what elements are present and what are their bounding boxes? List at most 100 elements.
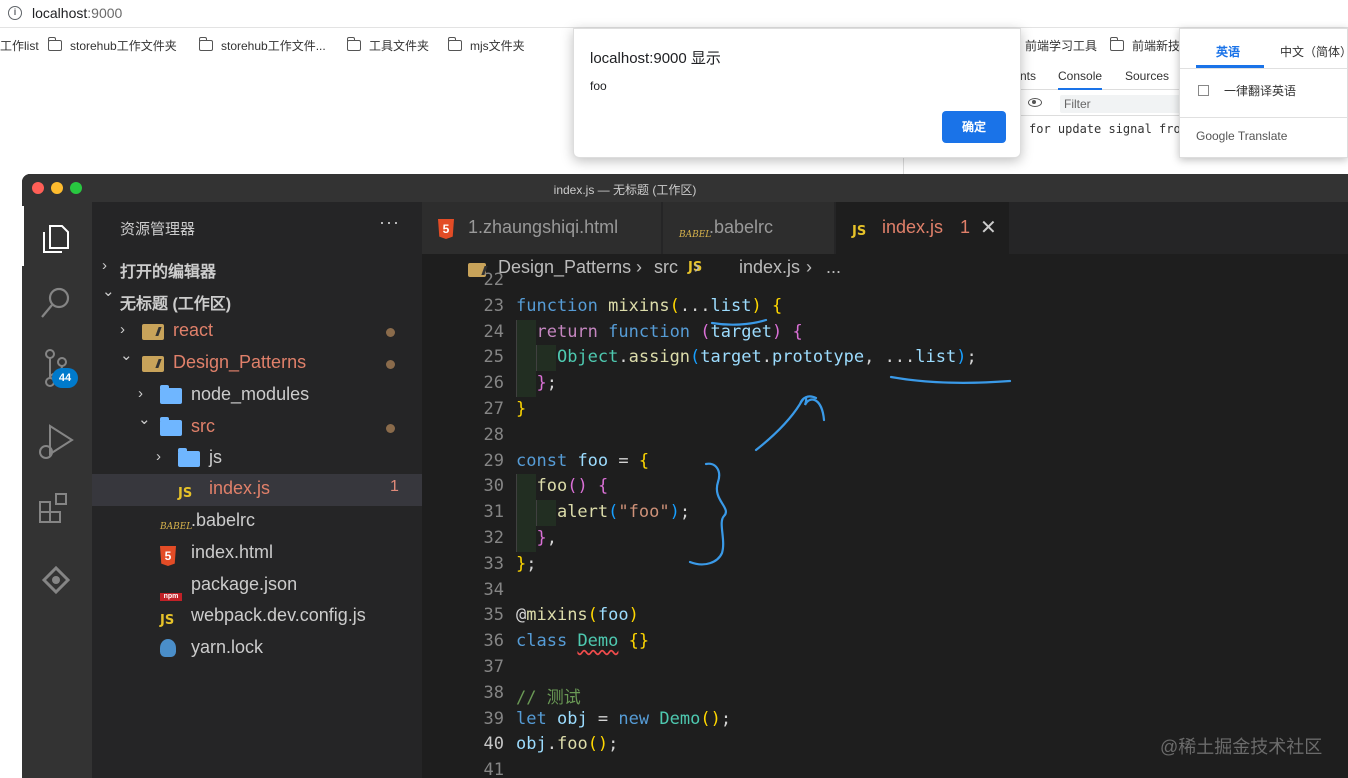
chevron-down-icon[interactable]: ⌄ bbox=[102, 282, 116, 300]
remote-activity[interactable] bbox=[22, 550, 92, 610]
bookmark-item[interactable]: 工具文件夹 bbox=[346, 37, 429, 54]
tree-item[interactable]: › 打开的编辑器 bbox=[92, 252, 422, 284]
tree-item[interactable]: › node_modules bbox=[92, 380, 422, 412]
code-line[interactable]: 37 bbox=[422, 657, 1348, 683]
tree-item[interactable]: ⌄ src bbox=[92, 410, 422, 444]
code-line[interactable]: 41 bbox=[422, 760, 1348, 778]
source-control-activity[interactable]: 44 bbox=[22, 338, 92, 398]
code-text[interactable]: }, bbox=[516, 528, 557, 548]
tree-item[interactable]: JS webpack.dev.config.js bbox=[92, 601, 422, 633]
code-line[interactable]: 22 bbox=[422, 270, 1348, 296]
translate-tab-chinese[interactable]: 中文（简体） bbox=[1280, 43, 1348, 60]
chevron-down-icon[interactable]: ⌄ bbox=[120, 346, 134, 364]
bookmark-item[interactable]: 前端学习工具 bbox=[1025, 37, 1097, 54]
code-text[interactable]: alert("foo"); bbox=[516, 502, 690, 522]
bookmark-label: mjs文件夹 bbox=[470, 39, 525, 53]
code-text[interactable]: let obj = new Demo(); bbox=[516, 709, 731, 729]
devtools-tab-console[interactable]: Console bbox=[1058, 69, 1103, 90]
tree-item[interactable]: 5 index.html bbox=[92, 538, 422, 570]
extensions-activity[interactable] bbox=[22, 478, 92, 538]
code-line[interactable]: 35 @mixins(foo) bbox=[422, 605, 1348, 631]
code-editor[interactable]: 22 23 function mixins(...list) {24 return … bbox=[422, 270, 1348, 778]
code-line[interactable]: 29 const foo = { bbox=[422, 451, 1348, 477]
code-text[interactable]: // 测试 bbox=[516, 683, 581, 708]
bookmark-item[interactable]: 工作list bbox=[0, 37, 39, 54]
chevron-right-icon[interactable]: › bbox=[138, 385, 152, 402]
code-text[interactable]: }; bbox=[516, 373, 557, 393]
tree-item[interactable]: › react bbox=[92, 316, 422, 348]
chevron-right-icon[interactable]: › bbox=[102, 257, 116, 274]
code-line[interactable]: 24 return function (target) { bbox=[422, 319, 1348, 348]
close-icon[interactable]: ✕ bbox=[980, 215, 997, 240]
translate-tab-english[interactable]: 英语 bbox=[1216, 43, 1240, 60]
code-line[interactable]: 39 let obj = new Demo(); bbox=[422, 709, 1348, 735]
remote-icon bbox=[41, 565, 71, 595]
code-text[interactable]: class Demo {} bbox=[516, 631, 649, 651]
modified-dot bbox=[386, 424, 395, 433]
site-info-icon[interactable]: i bbox=[8, 6, 22, 20]
always-translate-checkbox[interactable] bbox=[1198, 85, 1209, 96]
code-text[interactable]: foo() { bbox=[516, 476, 608, 496]
tree-item-label: 无标题 (工作区) bbox=[120, 296, 232, 313]
alert-title: localhost:9000 显示 bbox=[590, 50, 721, 67]
babel-file-icon: BABEL bbox=[679, 230, 712, 240]
code-text[interactable]: return function (target) { bbox=[516, 322, 802, 342]
code-line[interactable]: 27} bbox=[422, 399, 1348, 425]
bookmark-item[interactable]: 前端新技 bbox=[1109, 37, 1180, 54]
code-line[interactable]: 36 class Demo {} bbox=[422, 631, 1348, 657]
bookmark-item[interactable]: storehub工作文件... bbox=[198, 37, 326, 54]
url-text[interactable]: localhost:9000 bbox=[32, 5, 122, 21]
tree-item[interactable]: BABEL .babelrc bbox=[92, 506, 422, 538]
tree-item[interactable]: › js bbox=[92, 443, 422, 475]
run-debug-activity[interactable] bbox=[22, 412, 92, 472]
code-text[interactable]: }; bbox=[516, 554, 537, 574]
devtools-tab-sources[interactable]: Sources bbox=[1125, 69, 1169, 83]
code-line[interactable]: 38 // 测试 bbox=[422, 683, 1348, 709]
eye-icon[interactable] bbox=[1028, 98, 1042, 107]
code-line[interactable]: 33}; bbox=[422, 554, 1348, 580]
folder-icon bbox=[346, 37, 361, 51]
alert-dialog: localhost:9000 显示 foo 确定 bbox=[573, 28, 1021, 158]
code-line[interactable]: 28 bbox=[422, 425, 1348, 451]
code-line[interactable]: 32 }, bbox=[422, 526, 1348, 554]
code-line[interactable]: 30 foo() { bbox=[422, 474, 1348, 502]
tree-item[interactable]: ⌄ 无标题 (工作区) bbox=[92, 282, 422, 316]
code-line[interactable]: 23 function mixins(...list) { bbox=[422, 296, 1348, 322]
tree-item[interactable]: ⌄ Design_Patterns bbox=[92, 346, 422, 380]
code-line[interactable]: 34 bbox=[422, 580, 1348, 606]
chevron-right-icon[interactable]: › bbox=[156, 448, 170, 465]
alert-ok-button[interactable]: 确定 bbox=[942, 111, 1006, 143]
editor-tab[interactable]: JS index.js 1 ✕ bbox=[836, 202, 1010, 254]
extensions-icon bbox=[39, 493, 67, 523]
scm-badge: 44 bbox=[52, 368, 78, 388]
chevron-right-icon[interactable]: › bbox=[120, 321, 134, 338]
code-text[interactable]: const foo = { bbox=[516, 451, 649, 471]
line-number: 26 bbox=[483, 373, 504, 394]
chevron-down-icon[interactable]: ⌄ bbox=[138, 410, 152, 428]
bookmark-item[interactable]: mjs文件夹 bbox=[447, 37, 525, 54]
more-actions-icon[interactable]: ··· bbox=[379, 212, 400, 233]
code-text[interactable]: @mixins(foo) bbox=[516, 605, 639, 625]
tree-item[interactable]: JS index.js 1 bbox=[92, 474, 422, 506]
devtools-tab-elements[interactable]: nts bbox=[1020, 69, 1036, 83]
code-line[interactable]: 31 alert("foo"); bbox=[422, 500, 1348, 528]
code-line[interactable]: 25 Object.assign(target.prototype, ...li… bbox=[422, 345, 1348, 373]
code-text[interactable]: Object.assign(target.prototype, ...list)… bbox=[516, 347, 977, 367]
html-file-icon: 5 bbox=[160, 544, 176, 566]
editor-tab[interactable]: 5 1.zhaungshiqi.html bbox=[422, 202, 662, 254]
editor-tab[interactable]: BABEL .babelrc bbox=[663, 202, 835, 254]
tree-item[interactable]: yarn.lock bbox=[92, 633, 422, 665]
tree-item[interactable]: npm package.json bbox=[92, 570, 422, 602]
code-line[interactable]: 26 }; bbox=[422, 371, 1348, 399]
code-text[interactable]: obj.foo(); bbox=[516, 734, 618, 754]
filter-input[interactable]: Filter bbox=[1060, 95, 1190, 113]
code-text[interactable]: function mixins(...list) { bbox=[516, 296, 782, 316]
bookmark-item[interactable]: storehub工作文件夹 bbox=[47, 37, 177, 54]
explorer-activity[interactable] bbox=[22, 206, 92, 266]
address-bar[interactable]: i localhost:9000 bbox=[0, 0, 1348, 28]
line-number: 41 bbox=[483, 760, 504, 778]
divider bbox=[1180, 68, 1348, 69]
code-text[interactable]: } bbox=[516, 399, 526, 419]
search-activity[interactable] bbox=[22, 274, 92, 334]
tree-item-label: react bbox=[173, 320, 214, 340]
